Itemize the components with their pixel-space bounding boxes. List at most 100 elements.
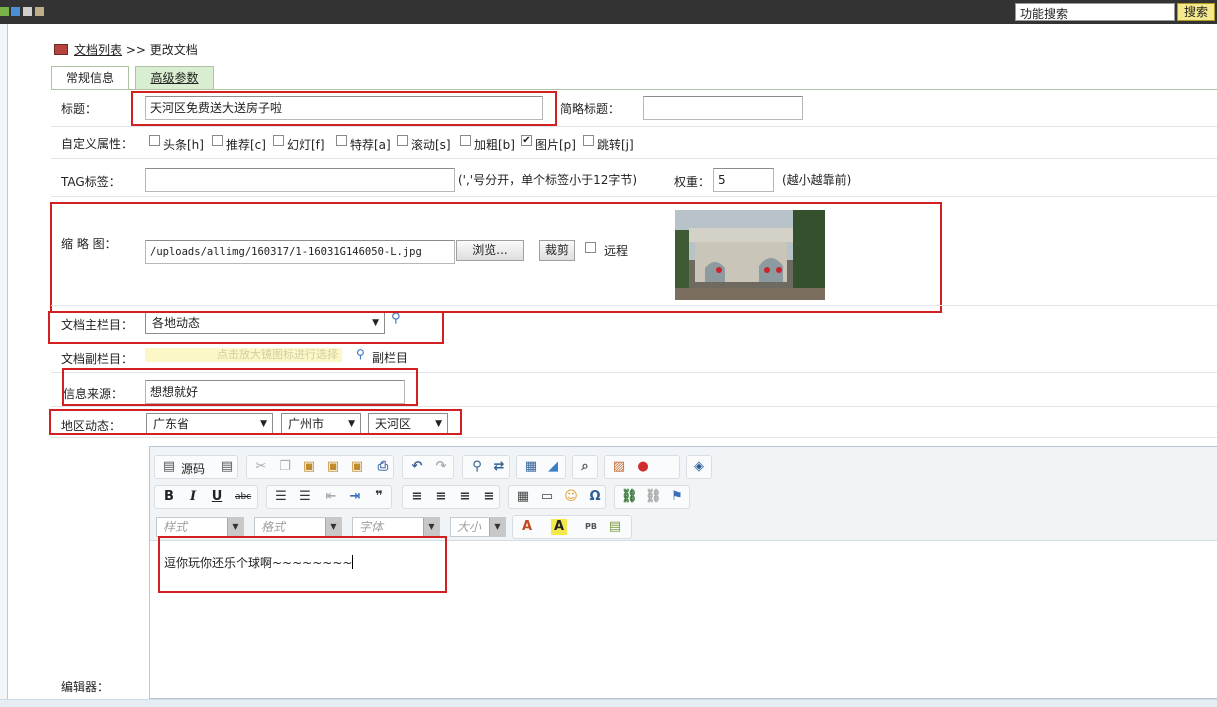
function-search-input[interactable]: 功能搜索 bbox=[1015, 3, 1175, 21]
city-select[interactable]: 广州市 ▼ bbox=[281, 413, 361, 435]
attr-checkbox[interactable]: ✔ bbox=[521, 135, 532, 146]
remote-checkbox[interactable] bbox=[585, 242, 596, 253]
unlink-icon[interactable]: ⛓ bbox=[645, 489, 662, 505]
horizontal-rule-icon[interactable]: ▭ bbox=[539, 489, 555, 505]
print-icon[interactable]: ⎙ bbox=[375, 459, 391, 475]
style-combo-label: 样式 bbox=[163, 520, 188, 534]
district-select[interactable]: 天河区 ▼ bbox=[368, 413, 448, 435]
underline-icon[interactable]: U bbox=[209, 489, 225, 505]
nav-blue-icon[interactable] bbox=[11, 7, 20, 16]
ordered-list-icon[interactable]: ☰ bbox=[273, 489, 289, 505]
table-icon[interactable]: ▦ bbox=[515, 489, 531, 505]
left-frame-border bbox=[7, 24, 8, 707]
custom-attr-label: 自定义属性： bbox=[61, 137, 134, 151]
style-combo[interactable]: 样式 ▼ bbox=[156, 517, 244, 537]
nav-tan-icon[interactable] bbox=[35, 7, 44, 16]
redo-icon[interactable]: ↷ bbox=[433, 459, 449, 475]
paste-text-icon[interactable]: ▣ bbox=[325, 459, 341, 475]
select-all-icon[interactable]: ▦ bbox=[523, 459, 539, 475]
link-icon[interactable]: ⛓ bbox=[621, 489, 638, 505]
image-icon[interactable]: ▨ bbox=[611, 459, 627, 475]
row-divider bbox=[51, 196, 1217, 197]
tab-advanced-params[interactable]: 高级参数 bbox=[135, 66, 214, 90]
strikethrough-icon[interactable]: abc bbox=[235, 489, 251, 505]
magnifier-icon[interactable]: ⚲ bbox=[391, 311, 401, 326]
row-divider bbox=[51, 406, 1217, 407]
attr-checkbox[interactable] bbox=[460, 135, 471, 146]
paste-icon[interactable]: ▣ bbox=[301, 459, 317, 475]
attr-checkbox[interactable] bbox=[273, 135, 284, 146]
toolbar-group-text-style: B I U abc bbox=[154, 485, 258, 509]
align-right-icon[interactable]: ≡ bbox=[457, 489, 473, 505]
chevron-down-icon: ▼ bbox=[423, 518, 439, 536]
align-left-icon[interactable]: ≡ bbox=[409, 489, 425, 505]
thumb-label: 缩 略 图： bbox=[61, 237, 117, 251]
browse-button[interactable]: 浏览... bbox=[456, 240, 524, 261]
bg-color-icon[interactable]: A bbox=[551, 519, 567, 535]
tab-basic-info[interactable]: 常规信息 bbox=[51, 66, 129, 90]
align-justify-icon[interactable]: ≡ bbox=[481, 489, 497, 505]
outdent-icon[interactable]: ⇤ bbox=[323, 489, 339, 505]
bold-icon[interactable]: B bbox=[161, 489, 177, 505]
breadcrumb-doc-list-link[interactable]: 文档列表 bbox=[74, 43, 122, 57]
editor-content[interactable]: 逗你玩你还乐个球啊~~~~~~~~ bbox=[164, 554, 354, 571]
source-button[interactable]: 源码 bbox=[181, 460, 205, 477]
italic-icon[interactable]: I bbox=[185, 489, 201, 505]
function-search-button[interactable]: 搜索 bbox=[1177, 3, 1215, 21]
source-input[interactable]: 想想就好 bbox=[145, 380, 405, 404]
nav-gray-icon[interactable] bbox=[23, 7, 32, 16]
indent-icon[interactable]: ⇥ bbox=[347, 489, 363, 505]
page-break-icon[interactable]: PB bbox=[583, 519, 599, 535]
weight-label: 权重： bbox=[674, 175, 711, 189]
sub-column-link[interactable]: 副栏目 bbox=[372, 349, 408, 366]
district-value: 天河区 bbox=[375, 417, 412, 431]
format-combo[interactable]: 格式 ▼ bbox=[254, 517, 342, 537]
template-icon[interactable]: ▤ bbox=[219, 459, 235, 475]
magnifier-icon[interactable]: ⚲ bbox=[356, 347, 365, 361]
thumb-path-input[interactable]: /uploads/allimg/160317/1-16031G146050-L.… bbox=[145, 240, 455, 264]
source-label: 信息来源： bbox=[63, 387, 124, 401]
weight-input[interactable]: 5 bbox=[713, 168, 774, 192]
eraser-icon[interactable]: ◢ bbox=[545, 459, 561, 475]
show-blocks-icon[interactable]: ▤ bbox=[607, 519, 623, 535]
tag-input[interactable] bbox=[145, 168, 455, 192]
text-color-icon[interactable]: A bbox=[519, 519, 535, 535]
cut-icon[interactable]: ✂ bbox=[253, 459, 269, 475]
toolbar-group-media: ▨ ● bbox=[604, 455, 680, 479]
attr-checkbox[interactable] bbox=[149, 135, 160, 146]
chevron-down-icon: ▼ bbox=[489, 518, 505, 536]
toolbar-group-find: ⚲ ⇄ bbox=[462, 455, 510, 479]
city-value: 广州市 bbox=[288, 417, 325, 431]
find-icon[interactable]: ⚲ bbox=[469, 459, 485, 475]
bullet-list-icon[interactable]: ☰ bbox=[297, 489, 313, 505]
copy-icon[interactable]: ❐ bbox=[277, 459, 293, 475]
attr-checkbox-label: 推荐[c] bbox=[226, 138, 266, 152]
tag-label: TAG标签： bbox=[61, 175, 121, 189]
blockquote-icon[interactable]: ❞ bbox=[371, 489, 387, 505]
main-column-select[interactable]: 各地动态 ▼ bbox=[145, 312, 385, 334]
nav-green-icon[interactable] bbox=[0, 7, 9, 16]
sub-column-field[interactable]: 点击放大镜图标进行选择 bbox=[145, 348, 342, 362]
flash-icon[interactable]: ● bbox=[635, 459, 651, 475]
undo-icon[interactable]: ↶ bbox=[409, 459, 425, 475]
short-title-input[interactable] bbox=[643, 96, 803, 120]
anchor-flag-icon[interactable]: ⚑ bbox=[669, 489, 685, 505]
attr-checkbox[interactable] bbox=[212, 135, 223, 146]
attr-checkbox[interactable] bbox=[336, 135, 347, 146]
paste-word-icon[interactable]: ▣ bbox=[349, 459, 365, 475]
crop-button[interactable]: 裁剪 bbox=[539, 240, 575, 261]
source-icon[interactable]: ▤ bbox=[161, 459, 177, 475]
preview-icon[interactable]: ⌕ bbox=[577, 459, 593, 475]
maximize-icon[interactable]: ◈ bbox=[691, 459, 707, 475]
size-combo[interactable]: 大小 ▼ bbox=[450, 517, 506, 537]
replace-icon[interactable]: ⇄ bbox=[491, 459, 507, 475]
smiley-icon[interactable]: ☺ bbox=[563, 489, 579, 505]
row-divider bbox=[51, 126, 1217, 127]
font-combo[interactable]: 字体 ▼ bbox=[352, 517, 440, 537]
title-input[interactable]: 天河区免费送大送房子啦 bbox=[145, 96, 543, 120]
align-center-icon[interactable]: ≡ bbox=[433, 489, 449, 505]
special-char-icon[interactable]: Ω bbox=[587, 489, 603, 505]
attr-checkbox[interactable] bbox=[583, 135, 594, 146]
attr-checkbox[interactable] bbox=[397, 135, 408, 146]
province-select[interactable]: 广东省 ▼ bbox=[146, 413, 273, 435]
